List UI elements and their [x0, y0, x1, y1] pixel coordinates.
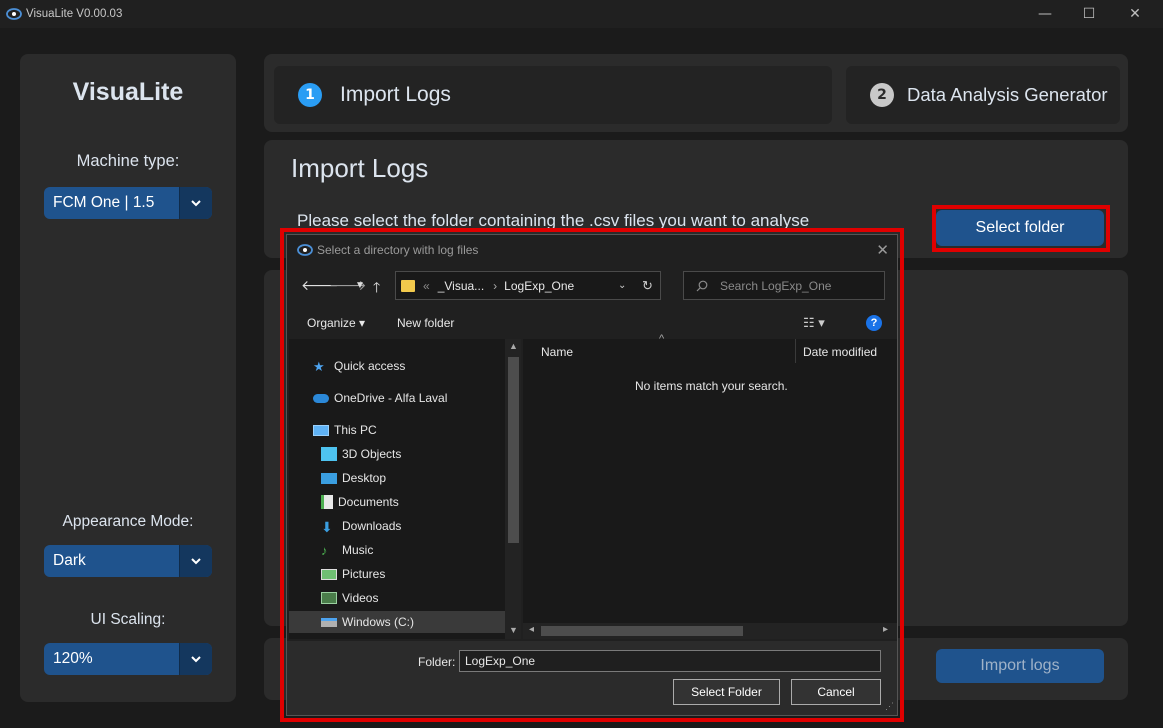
machine-type-label: Machine type: — [76, 152, 180, 170]
page-title: Import Logs — [291, 153, 429, 183]
import-logs-button[interactable]: Import logs — [936, 649, 1104, 683]
title-bar: VisuaLite V0.00.03 — ☐ ✕ — [0, 0, 1163, 28]
chevron-down-icon[interactable] — [179, 187, 212, 219]
appearance-mode-label: Appearance Mode: — [62, 513, 194, 530]
machine-type-select[interactable]: FCM One | 1.5 — [44, 187, 212, 219]
window-title: VisuaLite V0.00.03 — [26, 8, 123, 20]
sidebar: VisuaLite Machine type: FCM One | 1.5 Ap… — [20, 54, 236, 702]
app-logo-text: VisuaLite — [72, 78, 184, 106]
ui-scaling-label: UI Scaling: — [90, 611, 166, 628]
highlight-dialog — [280, 228, 904, 722]
machine-type-value: FCM One | 1.5 — [53, 194, 155, 211]
ui-scaling-select[interactable]: 120% — [44, 643, 212, 675]
close-button[interactable]: ✕ — [1112, 0, 1158, 28]
chevron-down-icon[interactable] — [179, 545, 212, 577]
step-tabs: 1 Import Logs 2 Data Analysis Generator — [264, 54, 1128, 132]
ui-scaling-value: 120% — [53, 650, 93, 667]
appearance-mode-select[interactable]: Dark — [44, 545, 212, 577]
app-logo-icon — [6, 8, 22, 20]
highlight-select-folder — [932, 205, 1110, 252]
maximize-button[interactable]: ☐ — [1066, 0, 1112, 28]
tab-import-logs[interactable]: 1 Import Logs — [274, 66, 832, 124]
step-number-badge: 2 — [870, 83, 894, 107]
tab-data-analysis-generator[interactable]: 2 Data Analysis Generator — [846, 66, 1120, 124]
tab-label: Data Analysis Generator — [907, 84, 1108, 105]
tab-label: Import Logs — [340, 83, 451, 106]
minimize-button[interactable]: — — [1022, 0, 1068, 28]
appearance-mode-value: Dark — [53, 552, 86, 569]
chevron-down-icon[interactable] — [179, 643, 212, 675]
step-number-badge: 1 — [298, 83, 322, 107]
